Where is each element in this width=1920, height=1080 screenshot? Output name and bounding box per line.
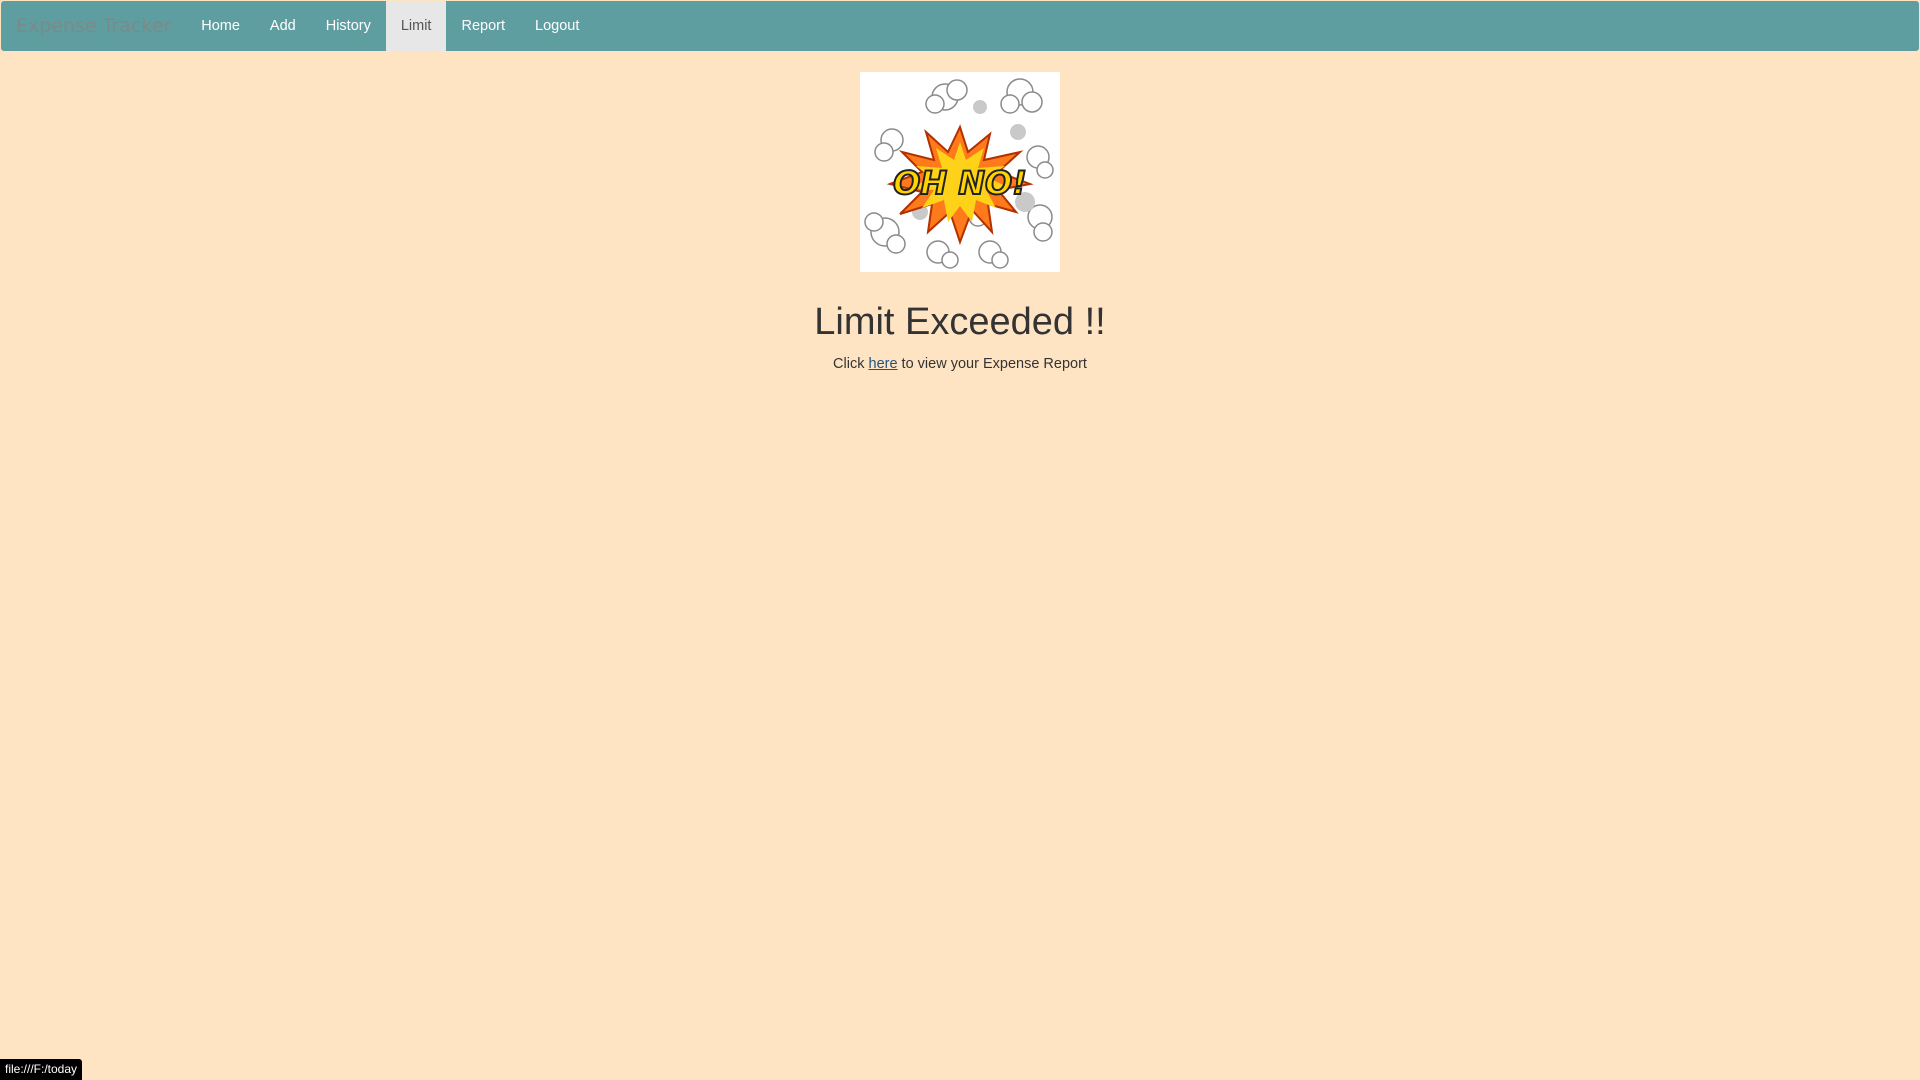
- report-link[interactable]: here: [869, 356, 898, 372]
- report-message: Click here to view your Expense Report: [0, 356, 1920, 372]
- nav-menu: Home Add History Limit Report Logout: [186, 1, 594, 51]
- page-title: Limit Exceeded !!: [814, 301, 1106, 343]
- nav-item-history[interactable]: History: [311, 1, 386, 51]
- status-bar-url: file:///F:/today: [0, 1059, 83, 1080]
- nav-item-home[interactable]: Home: [186, 1, 255, 51]
- oh-no-image: OH NO!: [860, 72, 1060, 272]
- nav-item-limit[interactable]: Limit: [385, 1, 447, 51]
- navbar: Expense Tracker Home Add History Limit R…: [1, 1, 1919, 51]
- nav-item-report[interactable]: Report: [446, 1, 520, 51]
- oh-no-image-text: OH NO!: [893, 164, 1027, 202]
- main-content: OH NO! Limit Exceeded !! Click here to v…: [0, 52, 1920, 372]
- brand-link[interactable]: Expense Tracker: [1, 1, 186, 51]
- message-suffix: to view your Expense Report: [897, 356, 1087, 372]
- nav-item-logout[interactable]: Logout: [520, 1, 594, 51]
- message-prefix: Click: [833, 356, 869, 372]
- nav-item-add[interactable]: Add: [255, 1, 311, 51]
